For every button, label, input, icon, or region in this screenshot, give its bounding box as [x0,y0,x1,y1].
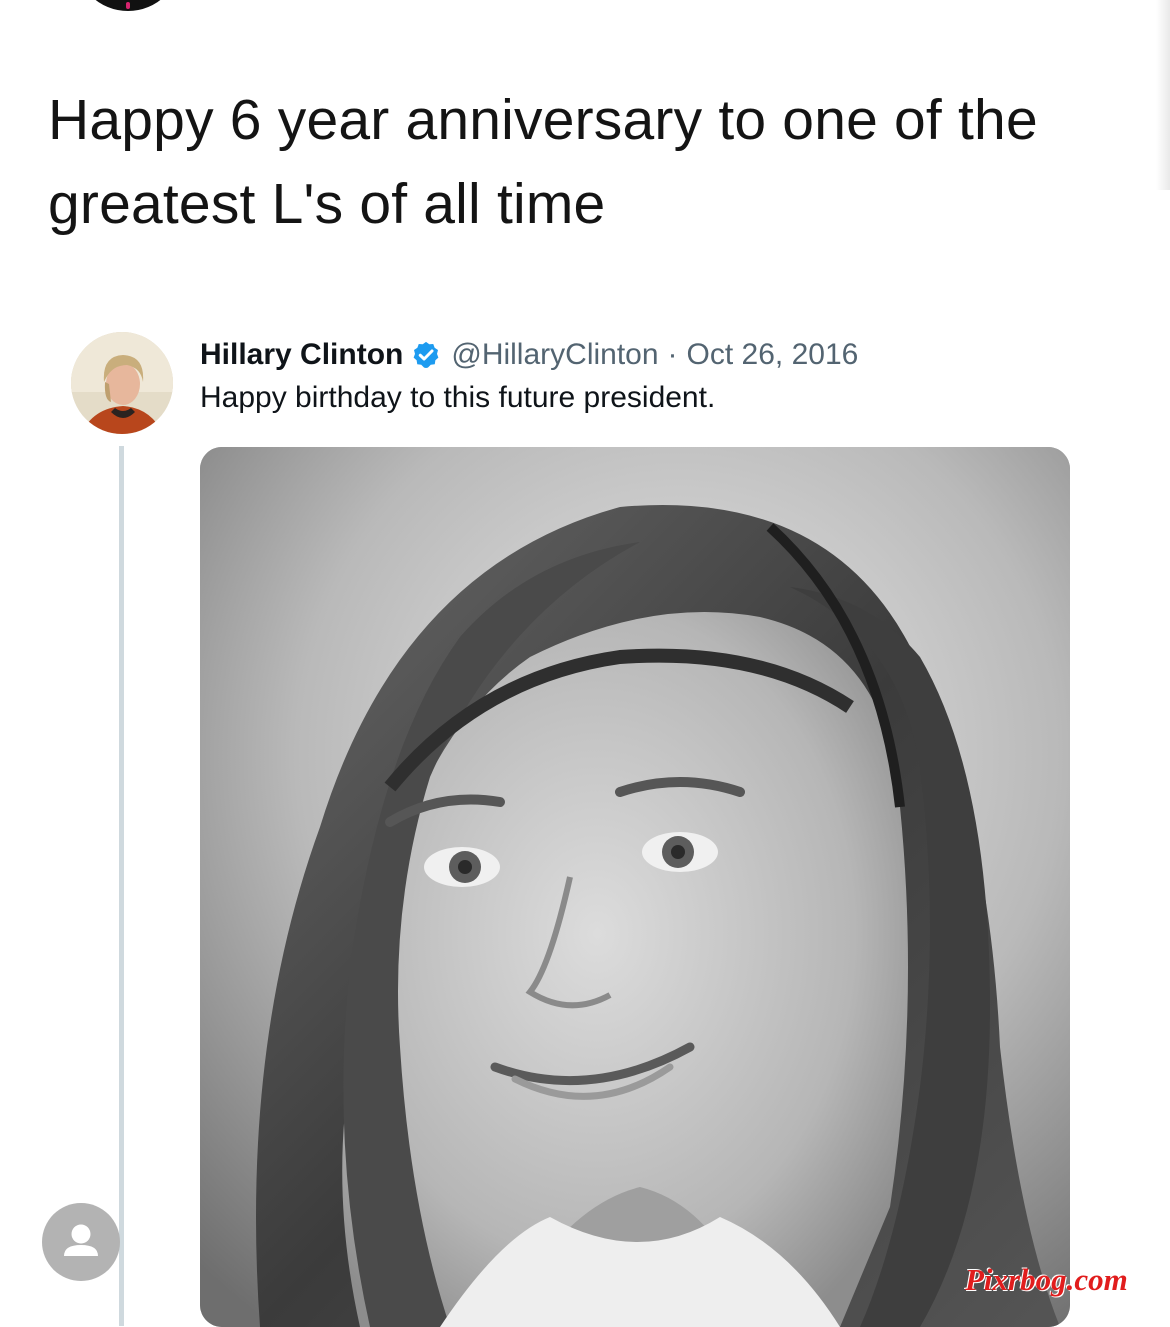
thread-line [119,446,124,1326]
author-name[interactable]: Hillary Clinton [200,338,403,372]
avatar-photo [71,332,173,434]
tweet-date[interactable]: Oct 26, 2016 [687,338,859,372]
scrollbar-edge[interactable] [1156,0,1170,190]
header-separator: · [667,338,678,371]
quoted-author-avatar[interactable] [71,332,173,434]
author-handle[interactable]: @HillaryClinton [451,338,658,372]
tweet-text: Happy 6 year anniversary to one of the g… [48,88,1038,236]
user-icon [64,1224,98,1256]
verified-badge-icon [411,340,441,370]
portrait-photo [200,447,1070,1327]
tweet-media-photo[interactable] [200,447,1070,1327]
top-avatar-fragment[interactable] [75,0,181,11]
avatar-accent [126,2,130,9]
quoted-tweet-header: Hillary Clinton @HillaryClinton · Oct 26… [200,334,858,376]
watermark-text: Pixrbog.com [965,1262,1128,1297]
user-profile-button[interactable] [42,1203,120,1281]
quoted-tweet-text: Happy birthday to this future president. [200,381,716,414]
